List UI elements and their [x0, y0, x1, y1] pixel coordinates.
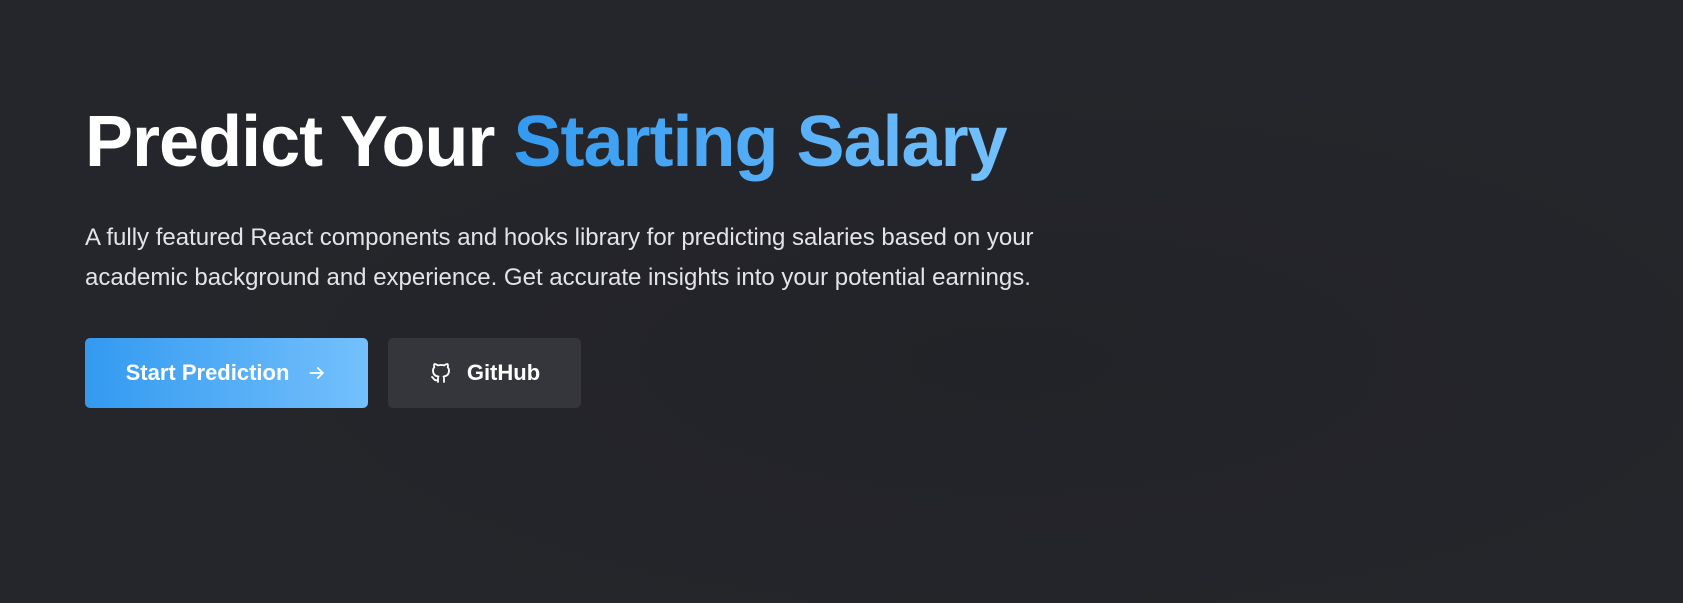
github-button[interactable]: GitHub [388, 338, 581, 408]
hero-actions: Start Prediction GitHub [85, 338, 1085, 408]
hero-description: A fully featured React components and ho… [85, 224, 1034, 291]
start-prediction-button[interactable]: Start Prediction [85, 338, 368, 408]
hero-section: Predict Your Starting Salary A fully fea… [0, 0, 1683, 603]
start-prediction-label: Start Prediction [125, 360, 290, 385]
arrow-right-icon [307, 363, 327, 383]
github-label: GitHub [466, 360, 541, 385]
hero-content: Predict Your Starting Salary A fully fea… [85, 100, 1085, 408]
hero-title-plain: Predict Your [85, 102, 514, 182]
hero-title-accent: Starting Salary [513, 102, 1007, 182]
github-icon [429, 361, 453, 385]
hero-title: Predict Your Starting Salary [85, 100, 1085, 184]
